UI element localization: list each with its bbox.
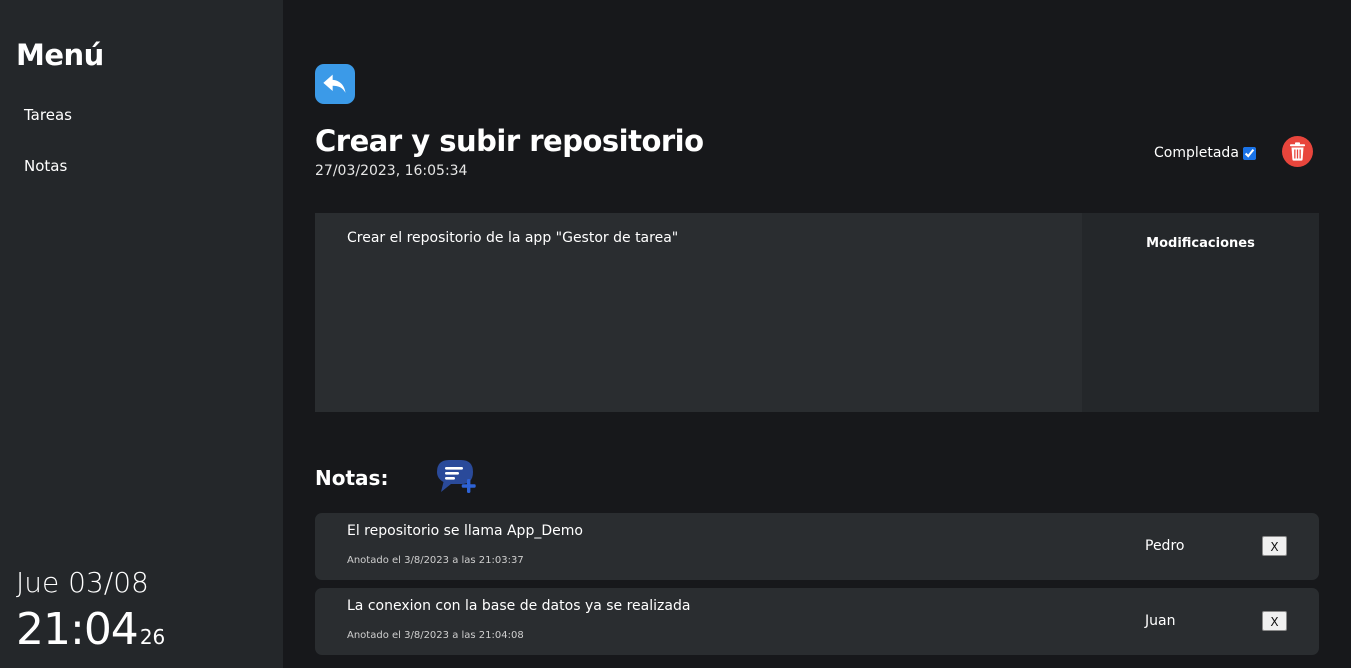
menu-title: Menú bbox=[16, 38, 104, 72]
clock-seconds: 26 bbox=[139, 625, 166, 649]
modifications-panel: Modificaciones bbox=[1082, 213, 1319, 412]
note-text: El repositorio se llama App_Demo bbox=[347, 523, 583, 539]
trash-icon bbox=[1290, 142, 1305, 161]
task-title: Crear y subir repositorio bbox=[315, 124, 704, 158]
note-author: Pedro bbox=[1145, 538, 1185, 554]
sidebar: Menú Tareas Notas Jue 03/08 21:04 26 bbox=[0, 0, 283, 668]
task-description-panel: Crear el repositorio de la app "Gestor d… bbox=[315, 213, 1082, 412]
sidebar-item-tareas[interactable]: Tareas bbox=[24, 106, 72, 124]
modifications-title: Modificaciones bbox=[1146, 236, 1255, 251]
completed-toggle[interactable]: Completada bbox=[1154, 145, 1256, 161]
task-description: Crear el repositorio de la app "Gestor d… bbox=[347, 230, 679, 246]
completed-checkbox[interactable] bbox=[1242, 146, 1256, 160]
remove-note-button[interactable]: X bbox=[1262, 536, 1287, 556]
back-button[interactable] bbox=[315, 64, 355, 104]
note-timestamp: Anotado el 3/8/2023 a las 21:04:08 bbox=[347, 630, 524, 641]
notes-heading: Notas: bbox=[315, 466, 389, 490]
note-item: La conexion con la base de datos ya se r… bbox=[315, 588, 1319, 655]
delete-task-button[interactable] bbox=[1282, 136, 1313, 167]
task-date: 27/03/2023, 16:05:34 bbox=[315, 163, 468, 179]
remove-note-button[interactable]: X bbox=[1262, 611, 1287, 631]
clock-time: 21:04 26 bbox=[16, 604, 165, 655]
clock-hours-minutes: 21:04 bbox=[16, 604, 139, 655]
reply-arrow-icon bbox=[323, 74, 346, 93]
sidebar-item-notas[interactable]: Notas bbox=[24, 157, 67, 175]
note-author: Juan bbox=[1145, 613, 1176, 629]
note-timestamp: Anotado el 3/8/2023 a las 21:03:37 bbox=[347, 555, 524, 566]
note-text: La conexion con la base de datos ya se r… bbox=[347, 598, 691, 614]
completed-label: Completada bbox=[1154, 145, 1239, 161]
add-note-button[interactable] bbox=[435, 458, 479, 498]
note-item: El repositorio se llama App_Demo Anotado… bbox=[315, 513, 1319, 580]
clock-date: Jue 03/08 bbox=[16, 566, 149, 599]
add-comment-icon bbox=[437, 460, 476, 493]
